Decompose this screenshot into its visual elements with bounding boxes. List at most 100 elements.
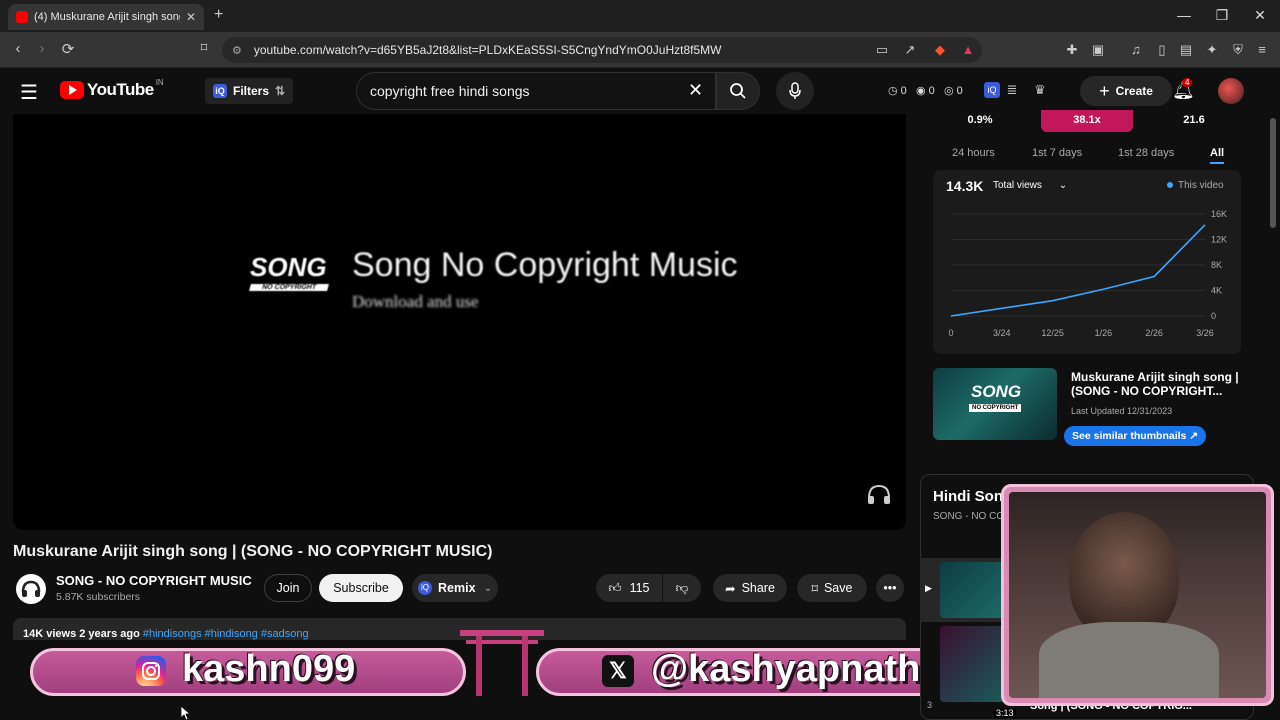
region-code: IN — [155, 77, 164, 87]
vpn-icon[interactable]: ⛨ — [1230, 42, 1246, 58]
x-tick-label: 3/24 — [993, 328, 1011, 338]
chevron-down-icon: ⌄ — [483, 582, 492, 594]
share-arrow-icon: ➦ — [725, 581, 736, 596]
trophy-icon[interactable]: ♛ — [1032, 82, 1048, 98]
back-icon[interactable]: ‹ — [8, 40, 28, 57]
vidiq-icon[interactable]: iQ — [984, 82, 1000, 98]
list-icon[interactable]: ≣ — [1004, 82, 1020, 98]
last-updated: Last Updated 12/31/2023 — [1071, 406, 1173, 416]
range-28d[interactable]: 1st 28 days — [1118, 147, 1174, 159]
legend-dot — [1167, 182, 1173, 188]
thumbnail-video-title: Muskurane Arijit singh song | (SONG - NO… — [1071, 370, 1239, 398]
y-tick-label: 8K — [1211, 260, 1222, 270]
voice-search-button[interactable] — [776, 72, 814, 110]
x-tick-label: 1/26 — [1095, 328, 1113, 338]
sliders-icon: ⇅ — [275, 84, 286, 98]
playlist-title[interactable]: Hindi Son — [933, 488, 1003, 505]
playlist-index: 3 — [927, 700, 933, 710]
metric-dropdown[interactable]: Total views ⌄ — [993, 180, 1067, 191]
screenshot-icon[interactable]: ▣ — [1090, 42, 1106, 58]
video-thumbnail[interactable]: SONG NO COPYRIGHT — [933, 368, 1057, 440]
wallet-icon[interactable]: ▤ — [1178, 42, 1194, 58]
brave-shields-icon[interactable]: ◆ — [932, 42, 948, 58]
subscribe-button[interactable]: Subscribe — [319, 574, 403, 602]
stat-vph: 21.6 — [1183, 114, 1205, 126]
browser-tab[interactable]: (4) Muskurane Arijit singh song ✕ — [8, 4, 204, 30]
hashtags[interactable]: #hindisongs #hindisong #sadsong — [143, 628, 309, 640]
vidiq-remix-icon: iQ — [418, 581, 433, 595]
bookmark-save-icon: ⌑ — [811, 581, 818, 596]
page-scrollbar[interactable] — [1270, 118, 1276, 228]
y-tick-label: 4K — [1211, 286, 1222, 296]
channel-avatar[interactable] — [16, 574, 46, 604]
similar-thumbnails-button[interactable]: See similar thumbnails ↗ — [1064, 426, 1207, 446]
media-icon[interactable]: ♫ — [1128, 42, 1144, 58]
search-input[interactable]: copyright free hindi songs — [356, 72, 716, 110]
youtube-play-icon — [60, 81, 84, 99]
microphone-icon — [789, 82, 801, 99]
playlist-duration: 3:13 — [994, 708, 1016, 718]
youtube-logo[interactable]: YouTube IN — [60, 77, 164, 100]
browser-menu-icon[interactable]: ≡ — [1254, 42, 1270, 58]
video-overlay-subtitle: Download and use — [352, 292, 479, 311]
maximize-button[interactable]: ❐ — [1212, 7, 1232, 24]
clear-search-icon[interactable]: ✕ — [688, 80, 703, 101]
thumb-tag: NO COPYRIGHT — [969, 404, 1022, 412]
mouse-cursor-icon — [181, 706, 191, 720]
eye-icon: ◉ — [916, 85, 926, 97]
channel-name[interactable]: SONG - NO COPYRIGHT MUSIC — [56, 573, 252, 588]
stat-counter-3: ◎ 0 — [944, 85, 963, 97]
new-tab-icon[interactable]: + — [214, 6, 223, 24]
filters-button[interactable]: iQ Filters ⇅ — [205, 78, 294, 104]
tab-title: (4) Muskurane Arijit singh song — [34, 11, 180, 23]
dislike-button[interactable]: 👎︎ — [663, 574, 701, 602]
user-avatar[interactable] — [1218, 78, 1244, 104]
x-handle: @kashyapnath5 — [651, 648, 942, 690]
headphones-logo-icon — [21, 580, 41, 597]
bookmark-icon[interactable]: ⌑ — [194, 40, 214, 56]
thumbs-down-icon: 👎︎ — [675, 580, 689, 595]
forward-icon[interactable]: › — [32, 40, 52, 57]
sidebar-icon[interactable]: ▯ — [1154, 42, 1170, 58]
range-7d[interactable]: 1st 7 days — [1032, 147, 1082, 159]
share-page-icon[interactable]: ↗ — [902, 42, 918, 58]
save-button[interactable]: ⌑ Save — [797, 574, 867, 602]
more-actions-button[interactable]: ••• — [876, 574, 904, 602]
range-all[interactable]: All — [1210, 147, 1224, 159]
video-title: Muskurane Arijit singh song | (SONG - NO… — [13, 543, 493, 560]
search-button[interactable] — [716, 72, 760, 110]
extensions-icon[interactable]: ✚ — [1064, 42, 1080, 58]
remix-button[interactable]: iQ Remix ⌄ — [412, 574, 498, 602]
create-button[interactable]: + Create — [1080, 76, 1172, 106]
reload-icon[interactable]: ⟳ — [58, 40, 78, 58]
playlist-thumbnail[interactable] — [940, 626, 1004, 702]
address-bar[interactable]: ⚙ youtube.com/watch?v=d65YB5aJ2t8&list=P… — [222, 37, 982, 63]
x-tick-label: 2/26 — [1145, 328, 1163, 338]
site-info-icon[interactable]: ⚙ — [232, 44, 242, 57]
close-tab-icon[interactable]: ✕ — [186, 10, 196, 24]
channel-brand-logo: SONG NO COPYRIGHT — [249, 252, 329, 300]
now-playing-icon: ▶ — [925, 583, 932, 593]
leo-ai-icon[interactable]: ✦ — [1204, 42, 1220, 58]
brave-rewards-icon[interactable]: ▲ — [960, 42, 976, 58]
legend-label: This video — [1178, 180, 1224, 191]
series-line — [950, 224, 1206, 317]
minimize-button[interactable]: — — [1174, 7, 1194, 23]
views-line-chart: 0 4K 8K 12K 16K 0 3/24 12/25 1/26 2/26 3/26 — [948, 209, 1227, 338]
like-button[interactable]: 👍︎ 115 — [596, 574, 662, 602]
headphones-icon[interactable] — [866, 482, 892, 506]
url-text: youtube.com/watch?v=d65YB5aJ2t8&list=PLD… — [253, 43, 722, 57]
youtube-favicon-icon — [16, 11, 28, 23]
instagram-handle: kashn099 — [182, 648, 356, 690]
cast-icon[interactable]: ▭ — [874, 42, 890, 58]
playlist-thumbnail[interactable] — [940, 562, 1004, 618]
range-active-indicator — [1210, 162, 1224, 164]
range-24h[interactable]: 24 hours — [952, 147, 995, 159]
video-player[interactable] — [13, 114, 906, 530]
join-button[interactable]: Join — [264, 574, 312, 602]
share-button[interactable]: ➦ Share — [713, 574, 787, 602]
close-window-button[interactable]: ✕ — [1250, 7, 1270, 24]
x-tick-label: 12/25 — [1041, 328, 1064, 338]
hamburger-menu-icon[interactable]: ☰ — [20, 80, 38, 105]
playlist-owner: SONG - NO CO — [933, 511, 1005, 522]
